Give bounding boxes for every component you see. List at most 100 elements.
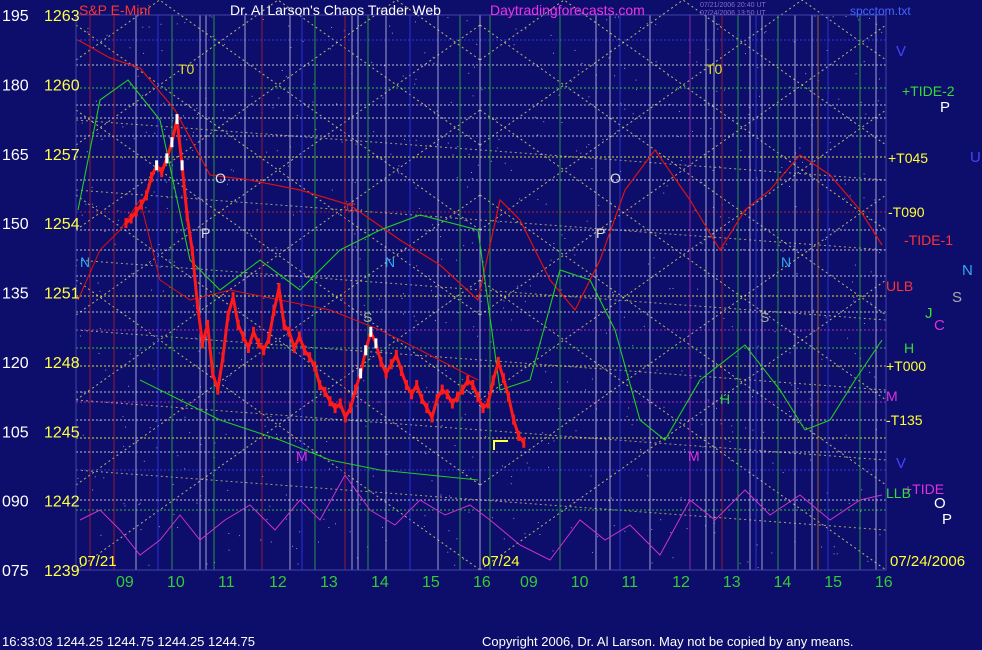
star-dot	[413, 418, 414, 420]
star-dot	[612, 291, 614, 293]
star-dot	[495, 118, 497, 120]
star-dot	[129, 353, 131, 355]
star-dot	[477, 335, 479, 337]
star-dot	[241, 359, 242, 361]
star-dot	[137, 75, 139, 77]
star-dot	[524, 533, 526, 535]
price-bar	[450, 398, 454, 409]
star-dot	[624, 67, 626, 69]
star-dot	[530, 179, 532, 180]
star-dot	[415, 187, 417, 189]
star-dot	[447, 17, 449, 19]
star-dot	[681, 370, 683, 372]
star-dot	[832, 16, 834, 18]
star-dot	[778, 244, 780, 246]
star-dot	[501, 465, 503, 467]
star-dot	[160, 23, 162, 25]
star-dot	[381, 309, 383, 311]
price-bar	[139, 199, 143, 210]
star-dot	[503, 538, 505, 540]
star-dot	[272, 304, 274, 306]
star-dot	[529, 285, 531, 287]
star-dot	[153, 368, 155, 370]
star-dot	[212, 35, 214, 37]
star-dot	[545, 87, 547, 89]
star-dot	[144, 105, 146, 107]
star-dot	[150, 263, 152, 265]
star-dot	[702, 381, 704, 383]
hour-tick-label: 14	[774, 574, 792, 591]
star-dot	[148, 26, 150, 28]
star-dot	[631, 424, 633, 426]
star-dot	[96, 206, 97, 207]
star-dot	[863, 323, 865, 324]
star-dot	[691, 130, 693, 132]
star-dot	[445, 322, 447, 324]
star-dot	[225, 379, 226, 381]
price-tick-label: 1239	[44, 563, 80, 580]
star-dot	[466, 20, 468, 22]
star-dot	[186, 139, 188, 141]
star-dot	[318, 541, 319, 543]
star-dot	[152, 342, 154, 344]
start-date-label: 07/21	[79, 553, 117, 570]
star-dot	[608, 57, 610, 59]
star-dot	[550, 34, 552, 36]
file-name: spcctom.txt	[850, 4, 911, 18]
star-dot	[297, 563, 299, 565]
star-dot	[359, 503, 361, 505]
star-dot	[624, 530, 626, 532]
price-bar	[160, 167, 164, 178]
star-dot	[131, 273, 133, 275]
price-bar	[507, 391, 510, 402]
star-dot	[145, 207, 147, 209]
price-bar	[415, 380, 419, 390]
star-dot	[276, 150, 278, 152]
price-bar	[364, 345, 368, 356]
site-label[interactable]: Daytradingforecasts.com	[490, 2, 645, 18]
star-dot	[440, 494, 442, 496]
star-dot	[847, 337, 849, 339]
star-dot	[677, 88, 679, 90]
star-dot	[302, 40, 304, 42]
price-tick-label: 1263	[44, 8, 80, 25]
price-bar	[430, 412, 434, 423]
star-dot	[525, 28, 527, 30]
star-dot	[663, 406, 665, 408]
star-dot	[592, 551, 594, 553]
level-label: -TIDE-1	[904, 232, 953, 248]
chart-letter: P	[596, 225, 605, 241]
star-dot	[728, 217, 730, 219]
star-dot	[838, 98, 840, 100]
star-dot	[97, 133, 99, 134]
star-dot	[717, 28, 719, 30]
star-dot	[686, 528, 688, 530]
star-dot	[390, 153, 392, 155]
star-dot	[752, 429, 754, 431]
price-bar	[144, 190, 148, 201]
price-bar	[323, 386, 327, 397]
star-dot	[543, 121, 545, 123]
chart-letter: S	[760, 309, 769, 325]
star-dot	[735, 355, 737, 357]
oscillator-tick-label: 105	[2, 424, 29, 441]
star-dot	[87, 31, 89, 33]
price-bar	[201, 338, 204, 349]
star-dot	[870, 302, 872, 304]
star-dot	[266, 151, 267, 153]
price-bar	[308, 352, 312, 363]
price-bar	[195, 299, 199, 310]
star-dot	[548, 442, 550, 444]
star-dot	[114, 243, 116, 245]
star-dot	[101, 138, 103, 140]
star-dot	[341, 298, 343, 300]
price-bar	[486, 398, 490, 409]
star-dot	[148, 363, 150, 365]
star-dot	[719, 166, 721, 168]
star-dot	[328, 527, 330, 528]
star-dot	[415, 21, 416, 23]
price-bar	[512, 414, 516, 425]
star-dot	[511, 319, 513, 321]
star-dot	[672, 288, 674, 289]
star-dot	[799, 147, 801, 149]
